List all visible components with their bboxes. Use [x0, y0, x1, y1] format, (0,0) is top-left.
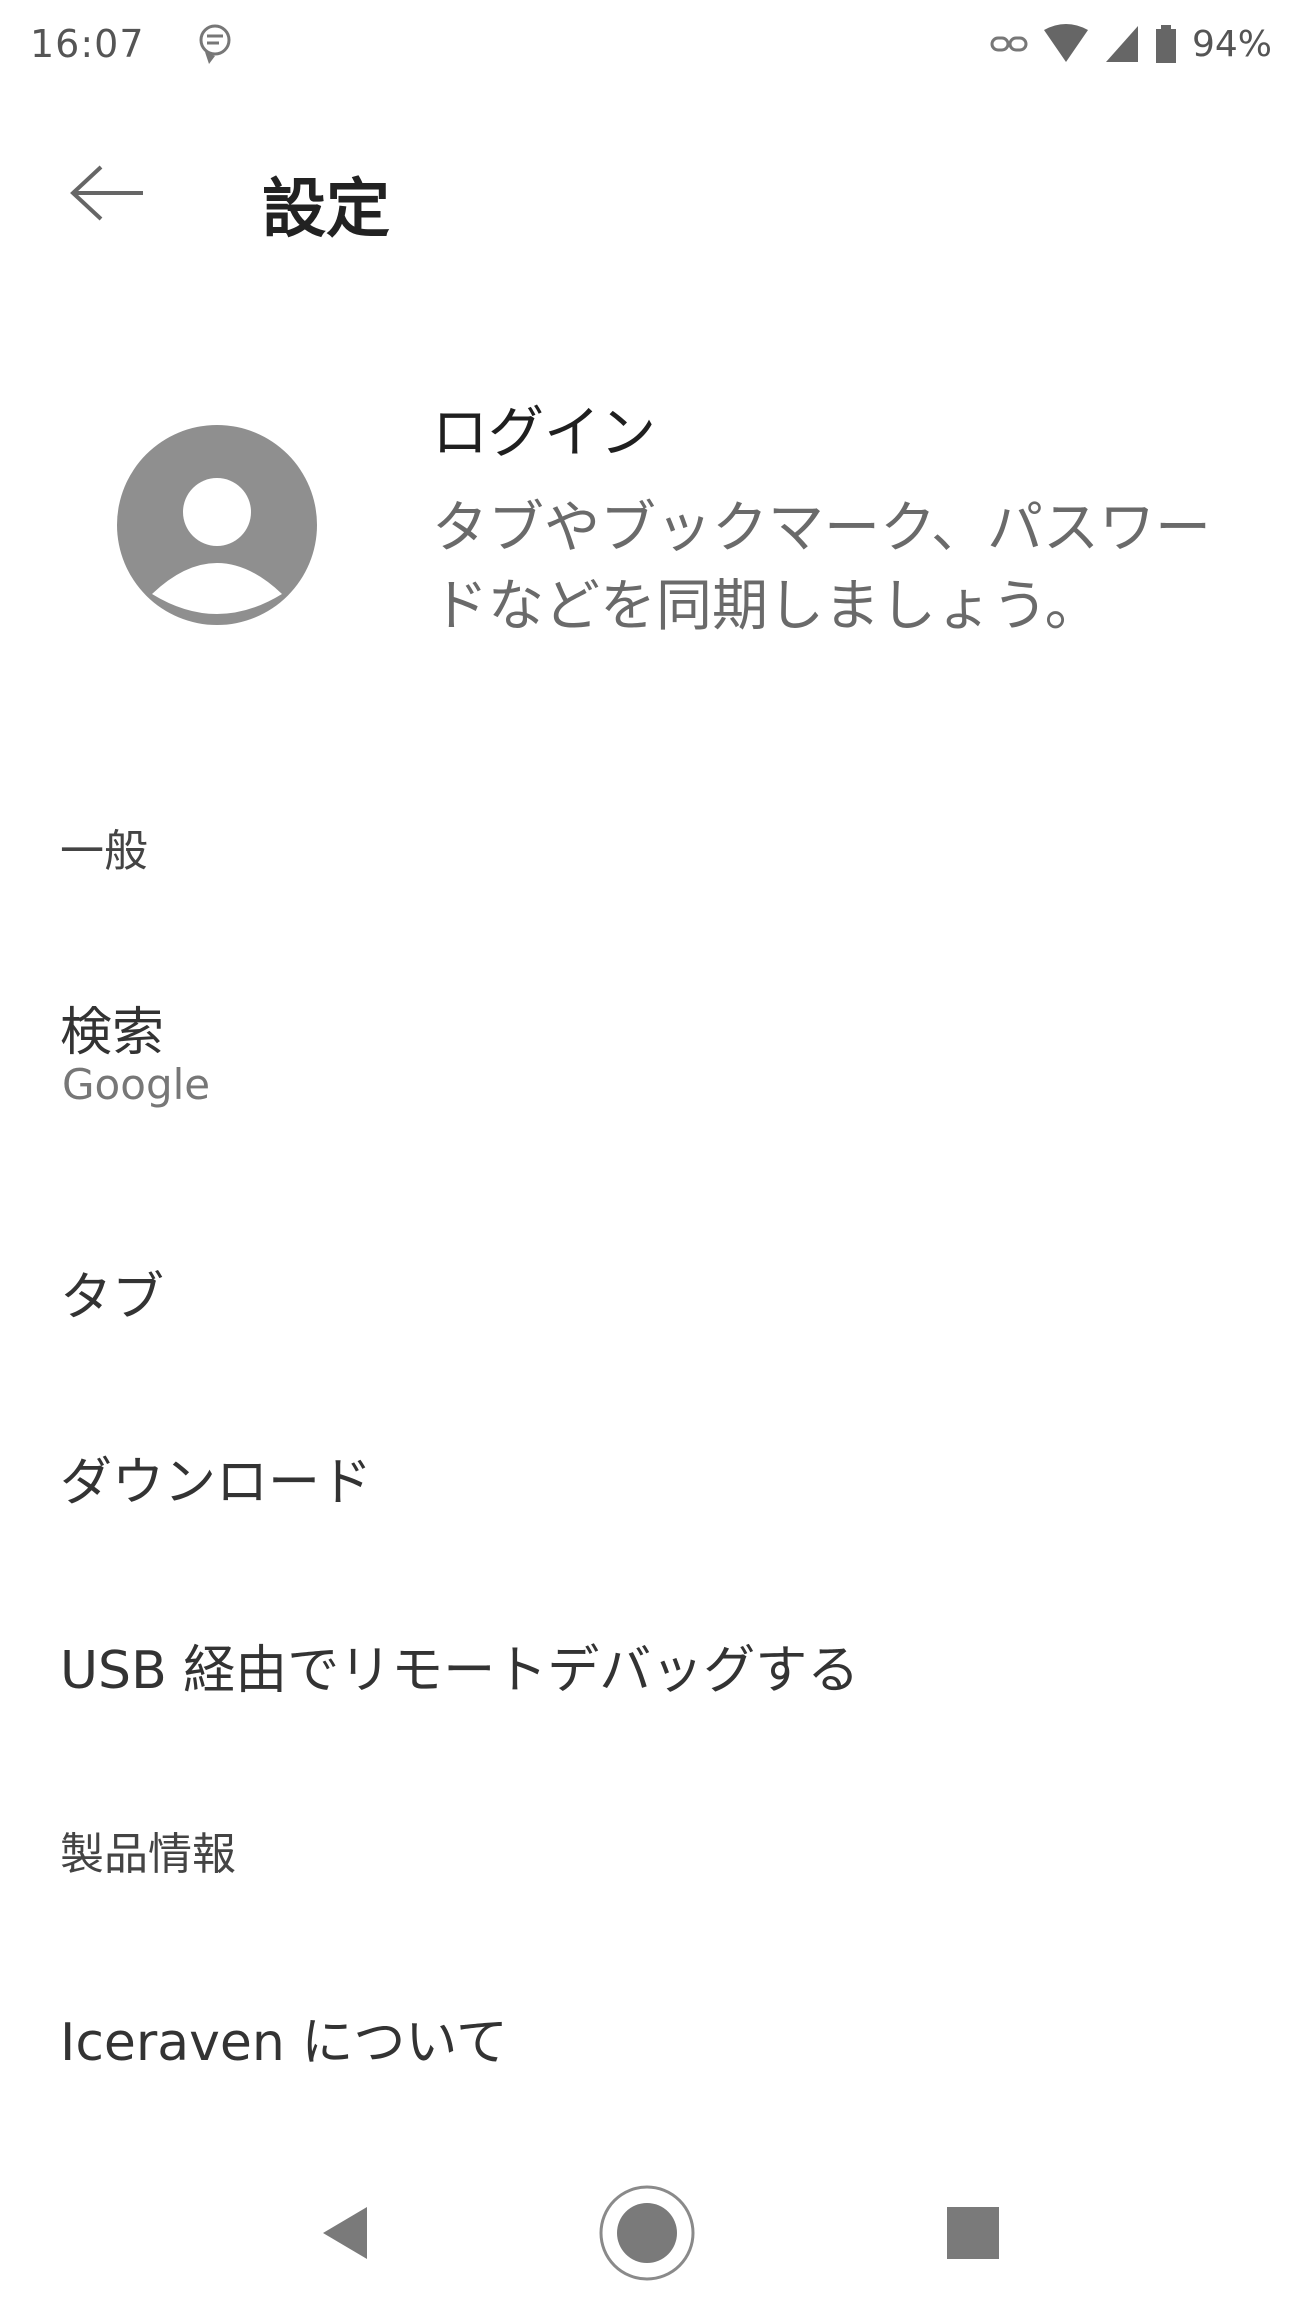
downloads-setting-title: ダウンロード [60, 1453, 373, 1513]
app-bar: 設定 [0, 130, 1294, 260]
login-title: ログイン [432, 401, 656, 466]
link-icon [990, 32, 1028, 56]
signal-icon [1104, 24, 1140, 64]
login-description: タブやブックマーク、パスワードなどを同期しましょう。 [432, 496, 1211, 639]
nav-recents-button[interactable] [918, 2180, 1028, 2290]
wifi-icon [1042, 24, 1090, 64]
account-circle-icon [112, 420, 322, 630]
page-title: 設定 [262, 173, 390, 247]
battery-icon [1154, 24, 1178, 64]
search-setting-summary: Google [62, 1060, 211, 1109]
battery-level: 94% [1191, 23, 1272, 65]
remote-debugging-setting-title: USB 経由でリモートデバッグする [60, 1641, 860, 1701]
status-icons: 94% [990, 22, 1272, 66]
status-bar: 16:07 94% [0, 0, 1294, 96]
arrow-left-icon [67, 163, 147, 227]
login-card[interactable]: ログイン タブやブックマーク、パスワードなどを同期しましょう。 [0, 370, 1294, 650]
settings-item-tabs[interactable]: タブ [0, 1255, 1294, 1345]
triangle-back-icon [315, 2203, 375, 2267]
settings-item-search[interactable]: 検索 Google [0, 990, 1294, 1130]
section-header-general: 一般 [60, 826, 148, 877]
circle-home-icon [597, 2183, 697, 2287]
nav-home-button[interactable] [592, 2180, 702, 2290]
back-button[interactable] [62, 150, 152, 240]
settings-item-about[interactable]: Iceraven について [0, 2000, 1294, 2090]
notification-icon [195, 22, 235, 66]
section-header-product-info: 製品情報 [60, 1829, 236, 1880]
settings-item-downloads[interactable]: ダウンロード [0, 1440, 1294, 1530]
about-setting-title: Iceraven について [60, 2013, 508, 2073]
search-setting-title: 検索 [60, 1003, 165, 1063]
nav-back-button[interactable] [290, 2180, 400, 2290]
square-recents-icon [945, 2205, 1001, 2265]
tabs-setting-title: タブ [60, 1268, 165, 1328]
settings-item-remote-debugging[interactable]: USB 経由でリモートデバッグする [0, 1628, 1294, 1718]
status-time: 16:07 [30, 22, 145, 66]
system-navigation-bar [0, 2160, 1294, 2300]
